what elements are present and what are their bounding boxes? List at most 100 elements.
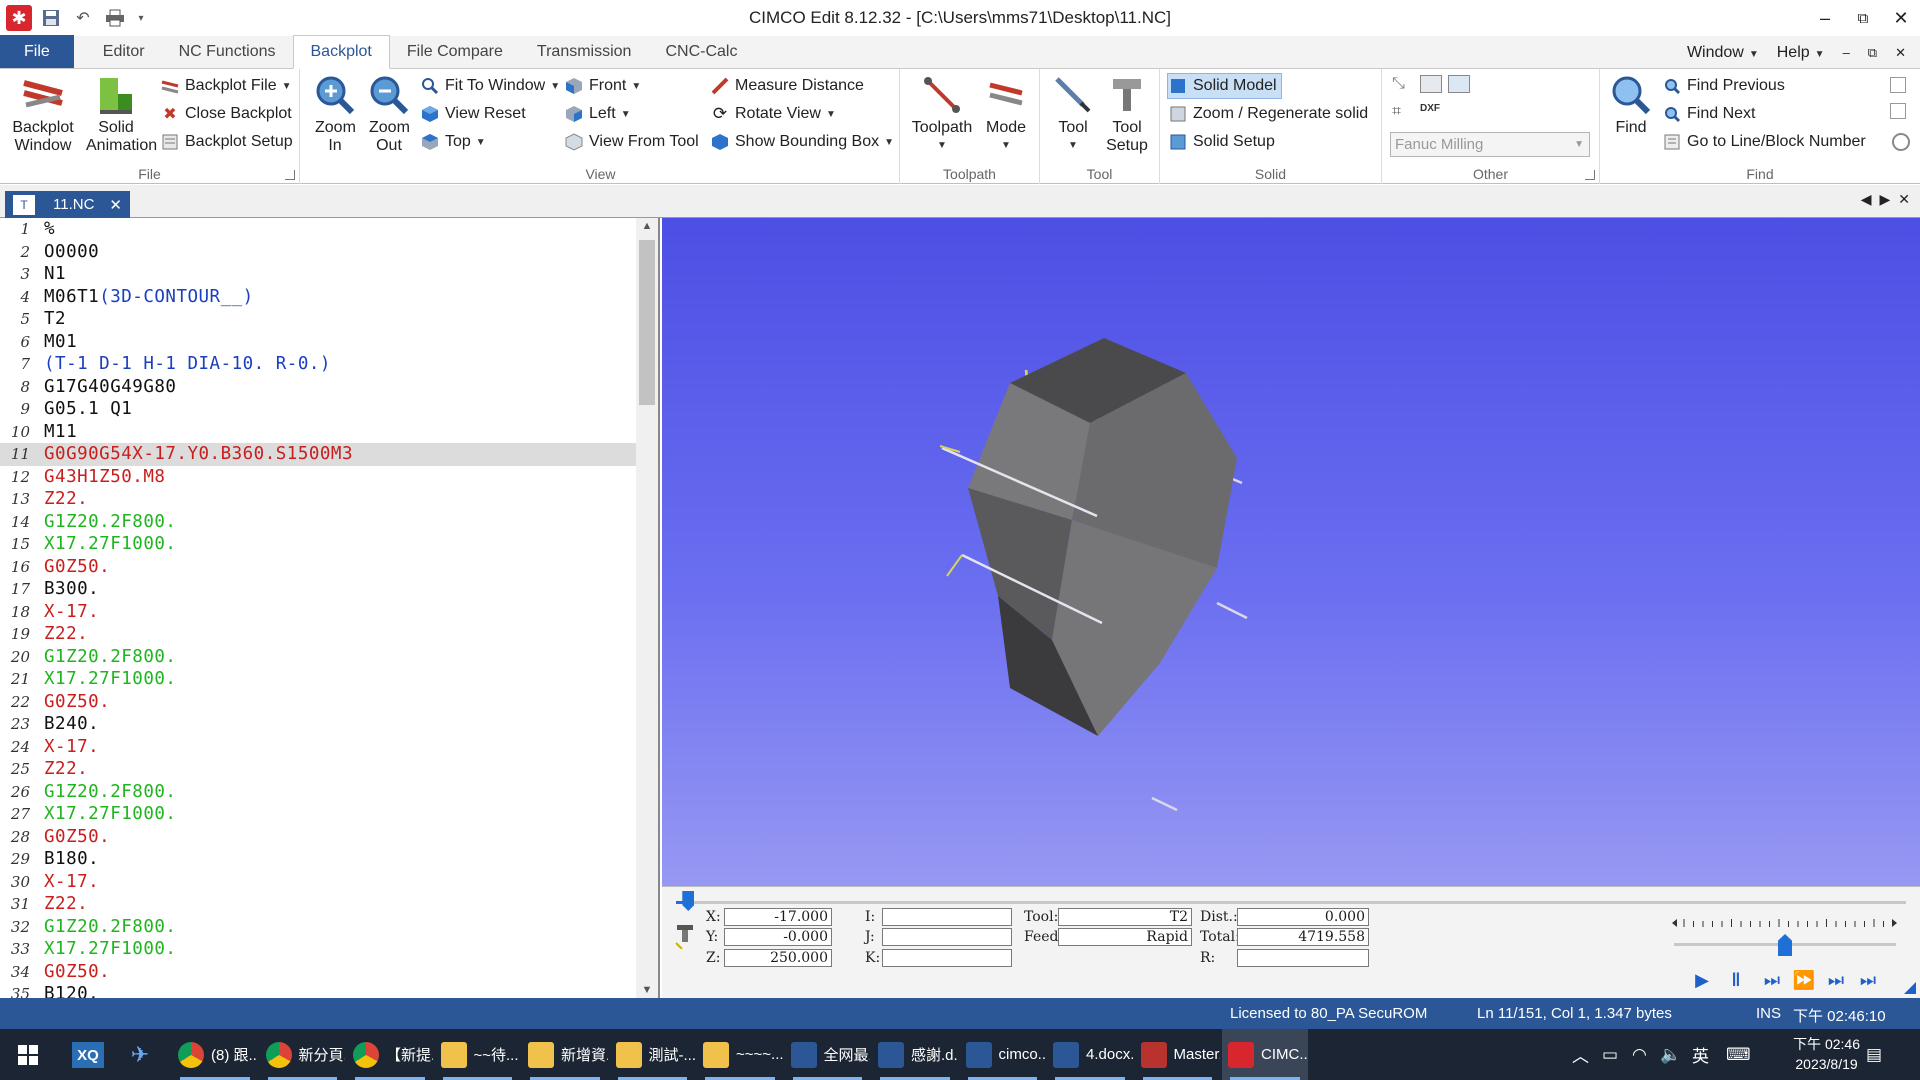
find-in-files-icon[interactable] — [1890, 103, 1906, 119]
save-icon[interactable] — [38, 5, 64, 31]
tray-chevron-icon[interactable]: ︿ — [1572, 1029, 1589, 1080]
taskbar-app[interactable]: CIMC... — [1222, 1029, 1308, 1080]
notification-icon[interactable]: ▤ — [1866, 1029, 1882, 1080]
code-line[interactable]: 4 M06T1 (3D-CONTOUR__) — [0, 286, 636, 309]
left-view-button[interactable]: Left ▼ — [564, 101, 631, 127]
code-line[interactable]: 2 O0000 — [0, 241, 636, 264]
speed-slider-handle[interactable] — [1778, 934, 1792, 956]
zoom-out-button[interactable]: Zoom Out — [364, 73, 414, 155]
skip-to-end-icon[interactable]: ⏭ — [1854, 967, 1882, 993]
scroll-down-icon[interactable]: ▼ — [636, 984, 658, 996]
tool-setup-button[interactable]: Tool Setup — [1100, 73, 1154, 155]
volume-icon[interactable]: 🔈 — [1660, 1029, 1681, 1080]
zoom-in-button[interactable]: Zoom In — [310, 73, 360, 155]
input-method-icon[interactable]: ⌨ — [1726, 1029, 1751, 1080]
quick-access-dropdown-icon[interactable]: ▾ — [134, 5, 148, 31]
code-line[interactable]: 10 M11 — [0, 421, 636, 444]
code-line[interactable]: 17 B300. — [0, 578, 636, 601]
group-launcher-icon[interactable] — [1585, 170, 1595, 180]
code-line[interactable]: 5 T2 — [0, 308, 636, 331]
code-line[interactable]: 26 G1Z20.2F800. — [0, 781, 636, 804]
close-button[interactable]: ✕ — [1878, 0, 1920, 36]
import-icon[interactable]: ⤡ — [1392, 75, 1412, 95]
mode-button[interactable]: Mode ▼ — [978, 73, 1034, 155]
tab-cnc-calc[interactable]: CNC-Calc — [648, 35, 754, 68]
bookmark-icon[interactable] — [1892, 133, 1910, 151]
taskbar-clock[interactable]: 下午 02:46 2023/8/19 — [1793, 1034, 1860, 1074]
find-previous-button[interactable]: Find Previous — [1662, 73, 1785, 99]
code-line[interactable]: 1% — [0, 218, 636, 241]
taskbar-app[interactable]: (8) 跟... — [172, 1029, 258, 1080]
code-line[interactable]: 12 G43H1Z50.M8 — [0, 466, 636, 489]
code-line[interactable]: 3 N1 — [0, 263, 636, 286]
code-line[interactable]: 19 Z22. — [0, 623, 636, 646]
machine-select[interactable]: Fanuc Milling ▼ — [1390, 132, 1590, 157]
mdi-close-icon[interactable]: ✕ — [1895, 45, 1906, 61]
timeline-track[interactable] — [676, 901, 1906, 904]
fit-to-window-button[interactable]: Fit To Window ▼ — [420, 73, 560, 99]
tab-transmission[interactable]: Transmission — [520, 35, 649, 68]
window-icon[interactable] — [1448, 75, 1470, 93]
grid-icon[interactable]: ⌗ — [1392, 103, 1412, 123]
window-menu[interactable]: Window ▼ — [1687, 44, 1759, 62]
code-line[interactable]: 22 G0Z50. — [0, 691, 636, 714]
tab-backplot[interactable]: Backplot — [292, 35, 390, 69]
code-line[interactable]: 8 G17G40G49G80 — [0, 376, 636, 399]
solid-model-button[interactable]: Solid Model — [1167, 73, 1282, 99]
group-launcher-icon[interactable] — [285, 170, 295, 180]
print-icon[interactable] — [102, 5, 128, 31]
cimco-logo-icon[interactable]: ✱ — [6, 5, 32, 31]
document-tab[interactable]: T 11.NC ✕ — [5, 191, 130, 218]
vertical-scrollbar[interactable]: ▲ ▼ — [636, 218, 658, 998]
tool-button[interactable]: Tool ▼ — [1048, 73, 1098, 155]
taskbar-app[interactable]: 【新提... — [347, 1029, 433, 1080]
close-icon[interactable]: ✕ — [109, 196, 122, 214]
top-view-button[interactable]: Top ▼ — [420, 129, 486, 155]
nc-code-editor[interactable]: 1% 2 O0000 3 N1 4 M06T1 (3D-CONTOUR__) 5 T2 6 M01 7(… — [0, 218, 660, 998]
ime-indicator[interactable]: 英 — [1692, 1029, 1709, 1080]
solid-setup-button[interactable]: Solid Setup — [1168, 129, 1275, 155]
code-line[interactable]: 33 X17.27F1000. — [0, 938, 636, 961]
view-reset-button[interactable]: View Reset — [420, 101, 526, 127]
taskbar-app[interactable]: 全网最... — [785, 1029, 870, 1080]
solid-animation-button[interactable]: Solid Animation — [78, 73, 157, 155]
dxf-icon[interactable]: DXF — [1420, 103, 1440, 114]
tab-scroll-right-icon[interactable]: ▶ — [1879, 191, 1890, 208]
taskbar-app[interactable]: 4.docx... — [1047, 1029, 1133, 1080]
code-line[interactable]: 13 Z22. — [0, 488, 636, 511]
tab-file[interactable]: File — [0, 35, 74, 68]
code-line[interactable]: 24 X-17. — [0, 736, 636, 759]
help-menu[interactable]: Help ▼ — [1777, 44, 1825, 62]
code-line[interactable]: 28 G0Z50. — [0, 826, 636, 849]
code-line[interactable]: 32 G1Z20.2F800. — [0, 916, 636, 939]
backplot-file-button[interactable]: Backplot File ▼ — [160, 73, 292, 99]
step-next-tool-icon[interactable]: ⏩ — [1790, 967, 1818, 993]
network-icon[interactable]: ◠ — [1632, 1029, 1647, 1080]
taskbar-app[interactable]: 感謝.d... — [872, 1029, 958, 1080]
backplot-window-button[interactable]: Backplot Window — [8, 73, 78, 155]
code-line[interactable]: 16 G0Z50. — [0, 556, 636, 579]
code-line[interactable]: 29 B180. — [0, 848, 636, 871]
zoom-regenerate-button[interactable]: Zoom / Regenerate solid — [1168, 101, 1368, 127]
taskbar-app[interactable]: 新增資... — [522, 1029, 608, 1080]
taskbar-app[interactable]: 測試-... — [610, 1029, 695, 1080]
find-button[interactable]: Find — [1608, 73, 1654, 137]
close-backplot-button[interactable]: ✖ Close Backplot — [160, 101, 291, 127]
xq-app-icon[interactable]: XQ — [72, 1042, 104, 1068]
mdi-restore-icon[interactable]: ⧉ — [1868, 45, 1877, 61]
tab-nc-functions[interactable]: NC Functions — [162, 35, 293, 68]
find-next-button[interactable]: Find Next — [1662, 101, 1755, 127]
taskbar-app[interactable]: Master... — [1135, 1029, 1220, 1080]
code-line[interactable]: 21 X17.27F1000. — [0, 668, 636, 691]
front-view-button[interactable]: Front ▼ — [564, 73, 641, 99]
tab-file-compare[interactable]: File Compare — [390, 35, 520, 68]
step-z-icon[interactable]: ⏭ — [1822, 967, 1850, 993]
ribbon-minimize-icon[interactable]: – — [1843, 45, 1850, 60]
code-line[interactable]: 18 X-17. — [0, 601, 636, 624]
backplot-viewport[interactable] — [662, 218, 1920, 886]
start-button[interactable] — [0, 1029, 56, 1080]
taskbar-app[interactable]: 新分頁... — [260, 1029, 345, 1080]
code-line[interactable]: 30 X-17. — [0, 871, 636, 894]
pause-icon[interactable]: ‖ — [1722, 967, 1750, 993]
taskbar-app[interactable]: ~~待... — [435, 1029, 521, 1080]
